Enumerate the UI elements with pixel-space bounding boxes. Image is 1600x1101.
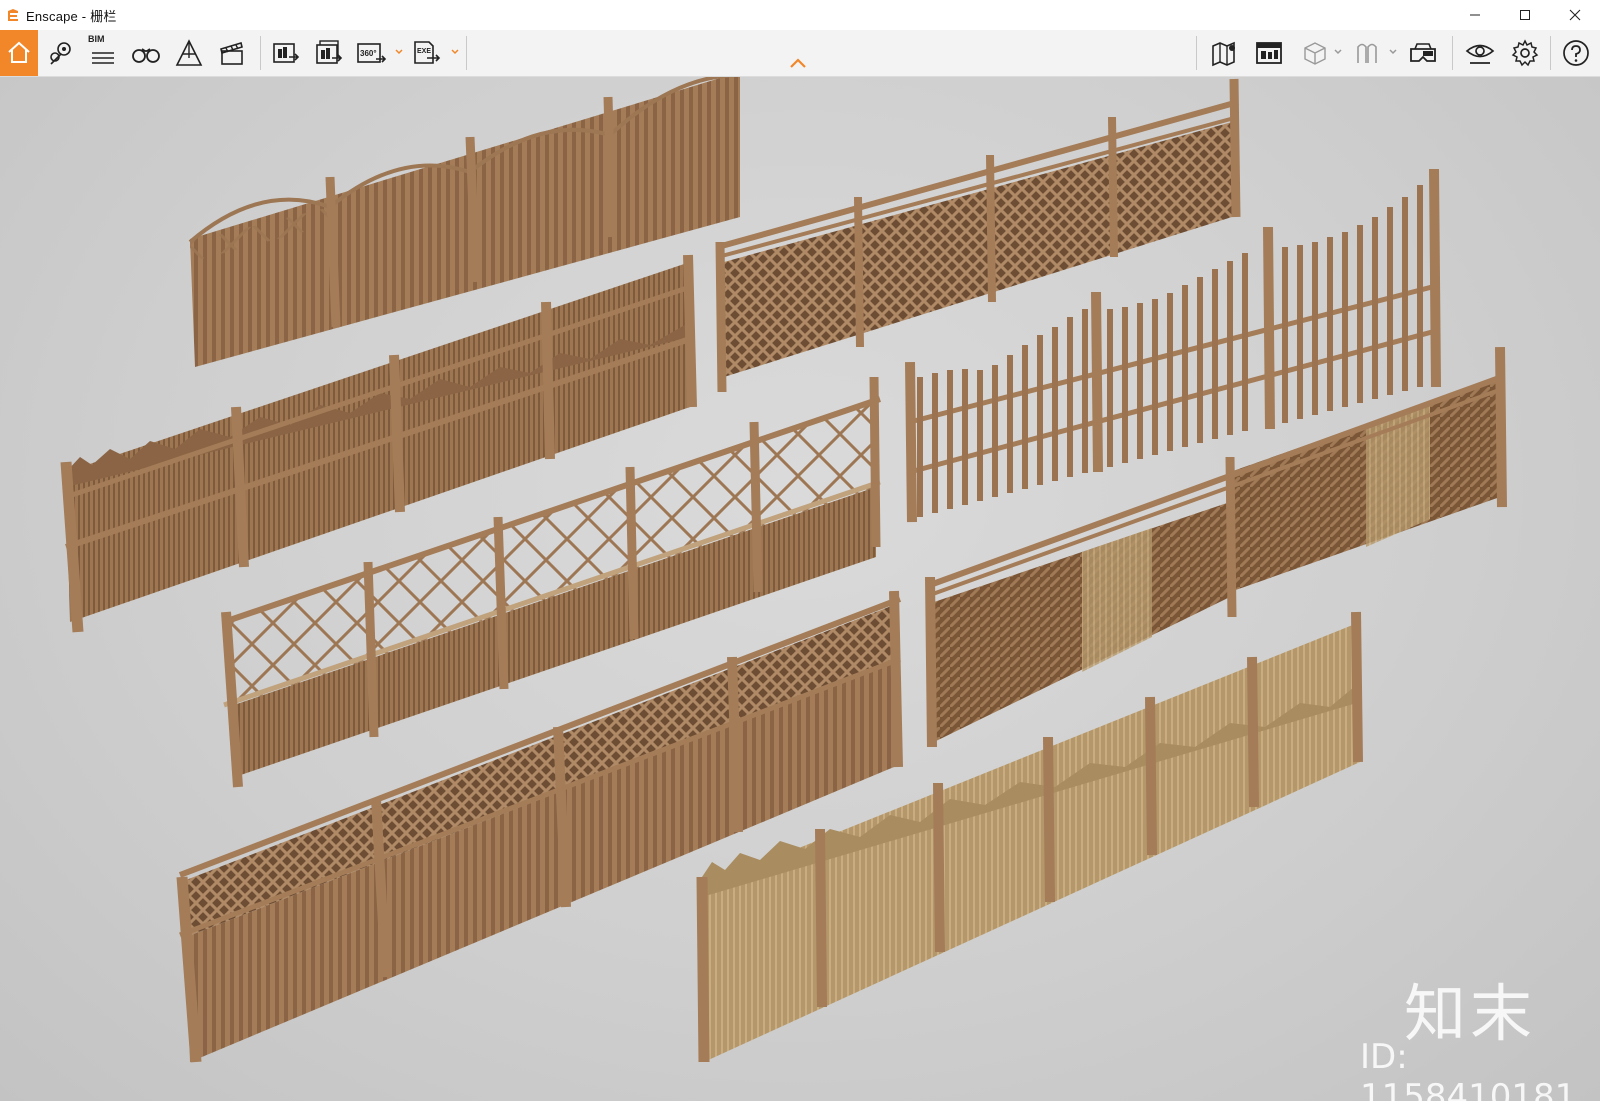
binoculars-icon: [132, 48, 160, 63]
chevron-down-icon: [451, 49, 459, 55]
perspective-icon: [175, 39, 203, 66]
home-button[interactable]: [0, 30, 38, 76]
chevron-down-icon: [1334, 49, 1342, 55]
export-exe-icon: EXE: [414, 41, 441, 64]
material-icon: [1357, 43, 1377, 63]
vr-headset-icon: [1410, 43, 1436, 62]
window-controls: [1450, 0, 1600, 30]
settings-button[interactable]: [1506, 34, 1544, 72]
fence-scene: [60, 77, 1507, 1063]
asset-library-icon: [1256, 42, 1282, 64]
material-dropdown-button[interactable]: [1388, 46, 1398, 58]
panorama-label: 360°: [360, 49, 377, 58]
bim-label: BIM: [88, 34, 105, 44]
toolbar: BIM 360° EXE: [0, 30, 1600, 77]
maximize-icon: [1520, 10, 1530, 20]
visual-settings-icon: [1465, 44, 1495, 64]
box-tool-button[interactable]: [1295, 34, 1333, 72]
walk-mode-button[interactable]: [127, 34, 165, 72]
settings-icon: [1511, 39, 1539, 67]
box-dropdown-button[interactable]: [1333, 46, 1343, 58]
minimize-button[interactable]: [1450, 0, 1500, 30]
screenshot-button[interactable]: [267, 34, 305, 72]
export-button[interactable]: EXE: [408, 34, 446, 72]
help-icon: [1563, 40, 1589, 66]
collapse-toolbar-button[interactable]: [788, 56, 808, 72]
enscape-logo-icon: [8, 9, 18, 21]
fence-lattice-panels[interactable]: [715, 78, 1241, 393]
map-icon: [1212, 41, 1235, 67]
panorama-360-icon: 360°: [357, 43, 387, 63]
watermark-id: ID: 1158410181: [1360, 1037, 1577, 1101]
chevron-up-icon: [790, 58, 806, 68]
material-button[interactable]: [1348, 34, 1386, 72]
title-bar: Enscape - 栅栏: [0, 0, 1600, 30]
close-button[interactable]: [1550, 0, 1600, 30]
bim-button[interactable]: BIM: [84, 34, 122, 72]
location-icon: [50, 42, 71, 65]
close-icon: [1569, 9, 1581, 21]
clapper-icon: [220, 41, 243, 65]
minimize-icon: [1470, 14, 1480, 16]
panorama-button[interactable]: 360°: [353, 34, 391, 72]
visual-settings-button[interactable]: [1461, 34, 1499, 72]
maximize-button[interactable]: [1500, 0, 1550, 30]
location-button[interactable]: [42, 34, 80, 72]
screenshot-icon: [273, 43, 300, 63]
box-icon: [1304, 42, 1326, 65]
chevron-down-icon: [395, 49, 403, 55]
map-button[interactable]: [1206, 34, 1244, 72]
export-dropdown-button[interactable]: [450, 46, 460, 58]
panorama-dropdown-button[interactable]: [394, 46, 404, 58]
asset-library-button[interactable]: [1250, 34, 1288, 72]
home-icon: [8, 41, 30, 63]
vr-headset-button[interactable]: [1404, 34, 1442, 72]
exe-label: EXE: [417, 48, 431, 55]
chevron-down-icon: [1389, 49, 1397, 55]
perspective-button[interactable]: [170, 34, 208, 72]
batch-render-button[interactable]: [310, 34, 348, 72]
batch-render-icon: [316, 40, 343, 64]
window-title: Enscape - 栅栏: [26, 8, 117, 24]
help-button[interactable]: [1557, 34, 1595, 72]
video-editor-button[interactable]: [213, 34, 251, 72]
render-viewport[interactable]: 知末 ID: 1158410181: [0, 77, 1600, 1101]
